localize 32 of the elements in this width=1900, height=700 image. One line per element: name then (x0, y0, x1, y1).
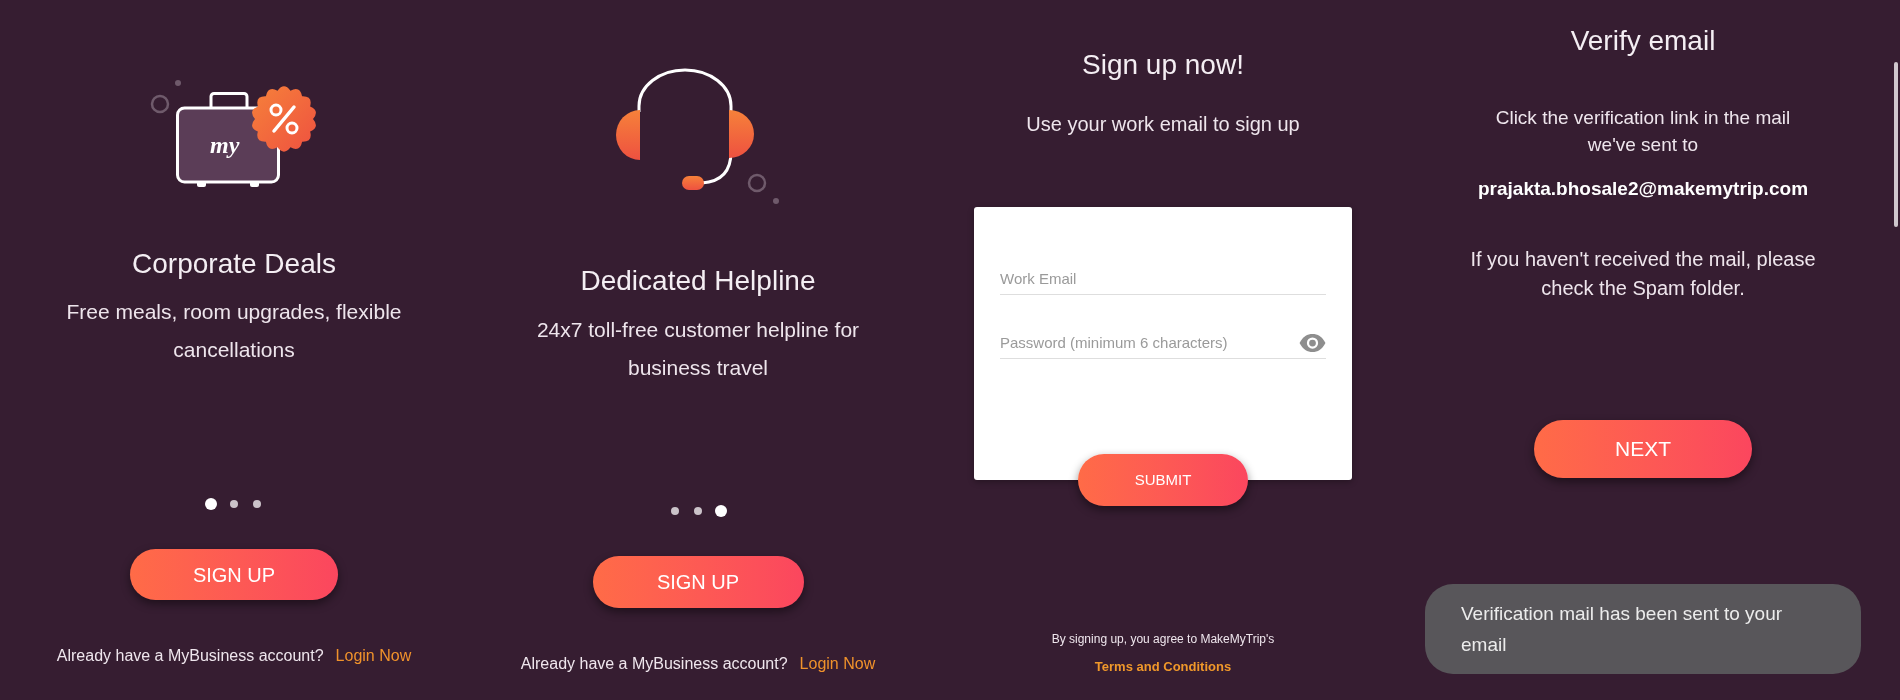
footer-text: Already have a MyBusiness account? (520, 654, 788, 674)
sign-up-button[interactable]: SIGN UP (130, 549, 338, 600)
login-link[interactable]: Login Now (799, 654, 876, 674)
next-button[interactable]: NEXT (1534, 420, 1752, 478)
footer-text: Already have a MyBusiness account? (56, 646, 324, 666)
headset-icon (614, 68, 756, 192)
toast: Verification mail has been sent to your email (1425, 584, 1861, 674)
submit-button[interactable]: SUBMIT (1078, 454, 1248, 506)
ring-icon (747, 173, 767, 193)
verify-message: Click the verification link in the mail we've sent to (1495, 106, 1791, 157)
discount-badge-icon (250, 85, 318, 153)
ring-icon (150, 94, 170, 114)
slide-description: 24x7 toll-free customer helpline for business travel (536, 317, 860, 381)
dot-icon (773, 198, 779, 204)
slide-description: Free meals, room upgrades, flexible cancellations (66, 299, 402, 363)
login-link[interactable]: Login Now (335, 646, 412, 666)
spam-note: If you haven't received the mail, please check the Spam folder. (1470, 247, 1816, 301)
sign-up-button[interactable]: SIGN UP (592, 556, 804, 608)
email-field[interactable]: Work Email (1000, 269, 1326, 289)
password-field[interactable]: Password (minimum 6 characters) (1000, 333, 1293, 353)
terms-text: By signing up, you agree to MakeMyTrip's (1051, 631, 1275, 648)
email-address: prajakta.bhosale2@makemytrip.com (1477, 177, 1809, 201)
slide-title: Dedicated Helpline (580, 264, 816, 298)
form-subtitle: Use your work email to sign up (1026, 112, 1300, 137)
dot-icon (175, 80, 181, 86)
scrollbar-thumb[interactable] (1894, 62, 1898, 227)
eye-icon[interactable] (1299, 334, 1326, 352)
verify-title: Verify email (1570, 24, 1716, 58)
form-title: Sign up now! (1082, 48, 1244, 82)
terms-link[interactable]: Terms and Conditions (1094, 653, 1232, 680)
logo-text: my (210, 131, 240, 159)
slide-title: Corporate Deals (132, 247, 336, 281)
